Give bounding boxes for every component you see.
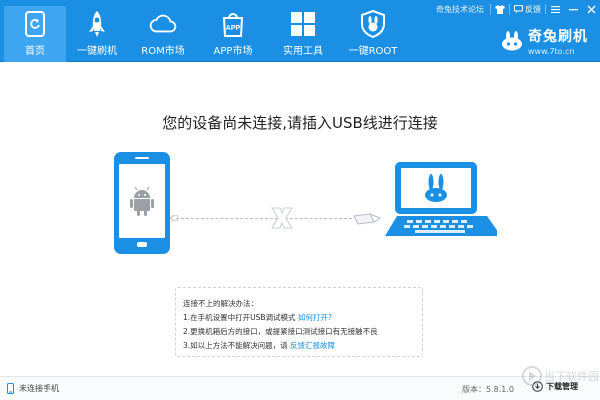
grid-icon xyxy=(289,10,317,38)
tab-rom-market[interactable]: ROM市场 xyxy=(128,6,198,62)
tab-tools[interactable]: 实用工具 xyxy=(268,6,338,62)
brand-name: 奇兔刷机 xyxy=(528,29,588,45)
watermark: 当下软件园 xyxy=(522,366,598,386)
connection-headline: 您的设备尚未连接,请插入USB线进行连接 xyxy=(162,114,438,132)
tips-line-3-text: 3.如以上方法不能解决问题，请 xyxy=(183,341,288,350)
tab-one-click-flash[interactable]: 一键刷机 xyxy=(66,6,128,62)
how-to-open-link[interactable]: 如何打开? xyxy=(298,313,332,322)
rabbit-logo-icon xyxy=(502,31,522,51)
svg-text:APP: APP xyxy=(226,25,241,32)
troubleshooting-tips: 连接不上的解决办法： 1.在手机设置中打开USB调试模式 如何打开? 2.更换机… xyxy=(175,287,423,357)
tab-rom-market-label: ROM市场 xyxy=(141,46,185,57)
phone-screen xyxy=(119,164,165,238)
disconnected-x-icon xyxy=(271,207,293,229)
brand-url: www.7to.cn xyxy=(528,47,575,56)
version-label: 版本：5.8.1.0 xyxy=(462,385,514,394)
brand: 奇兔刷机 www.7to.cn xyxy=(500,26,588,56)
tips-line-2: 2.更换机箱后方的接口，或提紧接口测试接口有无接触不良 xyxy=(183,327,378,336)
menu-icon[interactable] xyxy=(546,0,564,18)
tab-app-market[interactable]: APP APP市场 xyxy=(198,6,268,62)
tab-app-market-label: APP市场 xyxy=(213,46,253,57)
tab-home[interactable]: 首页 xyxy=(4,6,66,62)
tab-one-click-root-label: 一键ROOT xyxy=(348,46,398,57)
usb-connector-icon xyxy=(353,213,382,225)
rocket-icon xyxy=(83,10,111,38)
report-issue-link[interactable]: 反馈汇报故障 xyxy=(290,341,335,350)
minimize-icon[interactable] xyxy=(564,0,582,18)
tab-one-click-root[interactable]: 一键ROOT xyxy=(338,6,408,62)
tips-line-1-text: 1.在手机设置中打开USB调试模式 xyxy=(183,313,296,322)
close-icon[interactable] xyxy=(582,0,600,18)
tab-tools-label: 实用工具 xyxy=(283,46,323,57)
device-status-label: 未连接手机 xyxy=(19,384,59,393)
tips-title: 连接不上的解决办法： xyxy=(183,299,258,308)
laptop-illustration xyxy=(385,162,497,236)
main-nav: 首页 一键刷机 ROM市场 APP APP市场 实用工具 一键ROOT xyxy=(4,6,408,62)
phone-illustration xyxy=(114,152,170,254)
skin-icon[interactable] xyxy=(491,0,509,18)
tab-one-click-flash-label: 一键刷机 xyxy=(77,46,117,57)
phone-refresh-icon xyxy=(21,10,49,38)
tips-line-1: 1.在手机设置中打开USB调试模式 如何打开? xyxy=(183,311,415,325)
phone-speaker xyxy=(135,157,149,159)
android-icon xyxy=(130,186,154,216)
tab-home-label: 首页 xyxy=(25,46,45,57)
top-navigation-bar: 首页 一键刷机 ROM市场 APP APP市场 实用工具 一键ROOT 奇兔技术… xyxy=(0,0,600,62)
status-bar: 未连接手机 版本：5.8.1.0 下载管理 xyxy=(0,376,600,400)
app-bag-icon: APP xyxy=(219,10,247,38)
device-status: 未连接手机 xyxy=(7,383,59,394)
connection-line xyxy=(176,218,352,219)
feedback-label: 反馈 xyxy=(525,4,541,14)
rabbit-shield-icon xyxy=(359,10,387,38)
chat-icon xyxy=(514,5,523,13)
phone-home-button xyxy=(137,242,147,247)
feedback-button[interactable]: 反馈 xyxy=(510,4,545,15)
tips-line-3: 3.如以上方法不能解决问题，请 反馈汇报故障 xyxy=(183,339,415,353)
watermark-text: 当下软件园 xyxy=(544,369,598,383)
forum-link[interactable]: 奇兔技术论坛 xyxy=(430,4,490,15)
cloud-icon xyxy=(149,10,177,38)
window-controls: 奇兔技术论坛 反馈 xyxy=(430,0,600,18)
phone-icon xyxy=(7,383,14,394)
